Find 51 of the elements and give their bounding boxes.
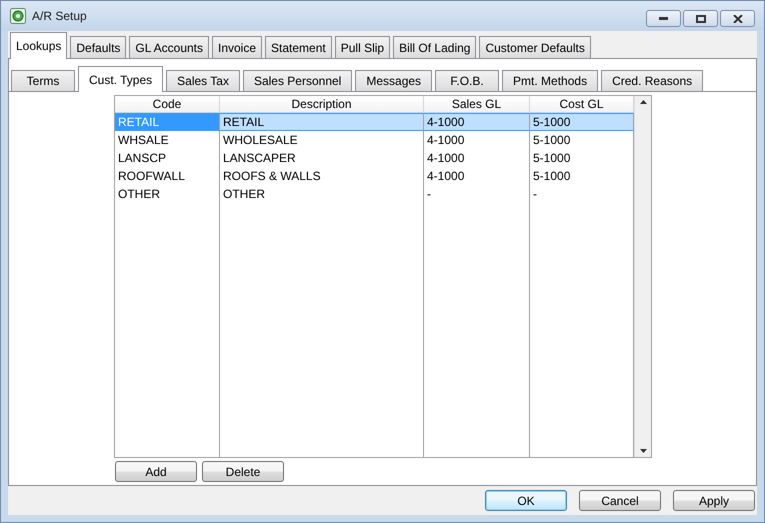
table-cell[interactable]: 4-1000 bbox=[424, 131, 530, 149]
tab[interactable]: Cred. Reasons bbox=[601, 70, 704, 91]
table-cell[interactable]: WHOLESALE bbox=[220, 131, 424, 149]
tab[interactable]: Invoice bbox=[212, 36, 262, 58]
table-button[interactable]: Add bbox=[115, 461, 197, 482]
tab[interactable]: Messages bbox=[355, 70, 432, 91]
app-icon bbox=[10, 8, 26, 24]
minimize-icon bbox=[659, 17, 668, 20]
tab[interactable]: F.O.B. bbox=[435, 70, 500, 91]
close-button[interactable] bbox=[720, 10, 755, 27]
tab[interactable]: Terms bbox=[11, 70, 75, 91]
column-header[interactable]: Description bbox=[220, 96, 424, 113]
table-cell[interactable]: 4-1000 bbox=[424, 149, 530, 167]
maximize-icon bbox=[696, 14, 706, 22]
tab[interactable]: Sales Personnel bbox=[242, 70, 352, 91]
column-header[interactable]: Sales GL bbox=[424, 96, 530, 113]
table-cell[interactable]: 5-1000 bbox=[530, 113, 634, 131]
tab[interactable]: Defaults bbox=[70, 36, 126, 58]
table-cell[interactable]: - bbox=[424, 185, 530, 203]
table-cell[interactable]: OTHER bbox=[220, 185, 424, 203]
scroll-up-icon[interactable] bbox=[640, 100, 646, 104]
tab[interactable]: Bill Of Lading bbox=[393, 36, 476, 58]
tab[interactable]: Customer Defaults bbox=[479, 36, 591, 58]
table-cell[interactable]: LANSCP bbox=[115, 149, 220, 167]
table-cell[interactable]: OTHER bbox=[115, 185, 220, 203]
dialog-button[interactable]: Apply bbox=[673, 490, 755, 511]
table-cell[interactable]: ROOFS & WALLS bbox=[220, 167, 424, 185]
table-cell[interactable]: 4-1000 bbox=[424, 113, 530, 131]
maximize-button[interactable] bbox=[683, 10, 718, 27]
table-cell[interactable]: LANSCAPER bbox=[220, 149, 424, 167]
tab[interactable]: GL Accounts bbox=[129, 36, 209, 58]
column-header[interactable]: Cost GL bbox=[530, 96, 634, 113]
minimize-button[interactable] bbox=[646, 10, 681, 27]
scrollbar[interactable] bbox=[634, 96, 651, 457]
table-button[interactable]: Delete bbox=[202, 461, 284, 482]
tab[interactable]: Cust. Types bbox=[78, 66, 164, 92]
table-cell[interactable]: RETAIL bbox=[220, 113, 424, 131]
dialog-button[interactable]: OK bbox=[485, 490, 567, 511]
tab[interactable]: Pull Slip bbox=[334, 36, 390, 58]
table-cell[interactable]: 4-1000 bbox=[424, 167, 530, 185]
table-cell[interactable]: ROOFWALL bbox=[115, 167, 220, 185]
dialog-button[interactable]: Cancel bbox=[579, 490, 661, 511]
tab[interactable]: Pmt. Methods bbox=[502, 70, 598, 91]
window-title: A/R Setup bbox=[32, 9, 88, 23]
close-icon bbox=[732, 14, 742, 22]
scroll-down-icon[interactable] bbox=[640, 449, 646, 453]
table-cell[interactable]: WHSALE bbox=[115, 131, 220, 149]
tab[interactable]: Lookups bbox=[10, 32, 68, 59]
column-header[interactable]: Code bbox=[115, 96, 220, 113]
tab[interactable]: Sales Tax bbox=[166, 70, 240, 91]
tab[interactable]: Statement bbox=[265, 36, 332, 58]
